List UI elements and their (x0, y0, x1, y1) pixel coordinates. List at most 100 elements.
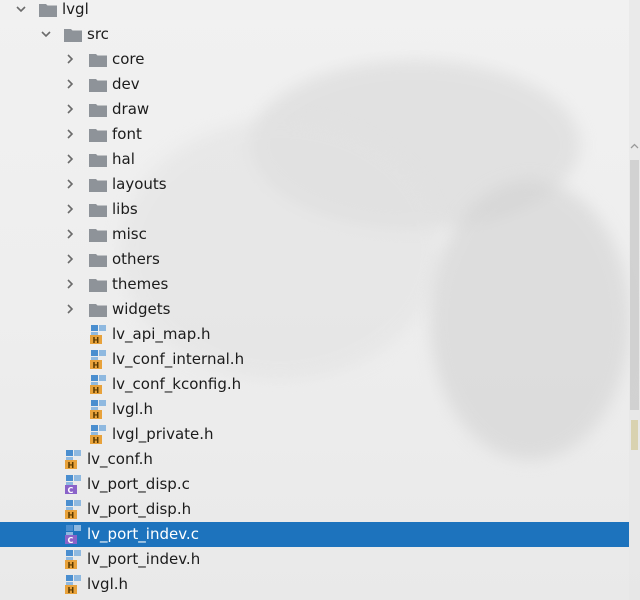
tree-item-label: libs (112, 200, 138, 218)
tree-item-src[interactable]: src (0, 22, 629, 47)
tree-item-file-lv-port-indev-c[interactable]: C lv_port_indev.c (0, 522, 629, 547)
tree-item-folder-hal[interactable]: hal (0, 147, 629, 172)
tree-item-label: themes (112, 275, 169, 293)
tree-item-label: lvgl.h (87, 575, 129, 593)
chevron-right-icon[interactable] (64, 53, 76, 65)
tree-item-file-lv-port-disp-c[interactable]: C lv_port_disp.c (0, 472, 629, 497)
svg-text:H: H (68, 511, 75, 519)
scrollbar-position-marker (631, 420, 638, 450)
tree-item-folder-others[interactable]: others (0, 247, 629, 272)
file-tree: lvgl src core dev draw font hal layouts (0, 0, 629, 600)
tree-item-label: lv_port_indev.c (87, 525, 199, 543)
header-file-icon: H (65, 500, 81, 519)
tree-item-file-lv-conf-h[interactable]: H lv_conf.h (0, 447, 629, 472)
tree-item-lvgl[interactable]: lvgl (0, 0, 629, 22)
svg-text:H: H (68, 461, 75, 469)
tree-item-label: lv_conf.h (87, 450, 153, 468)
tree-item-label: lvgl (62, 0, 89, 18)
folder-icon (89, 204, 107, 217)
tree-item-label: lv_port_disp.c (87, 475, 190, 493)
c-file-icon: C (65, 475, 81, 494)
tree-item-label: lv_port_indev.h (87, 550, 201, 568)
folder-icon (89, 129, 107, 142)
chevron-down-icon[interactable] (15, 3, 27, 15)
folder-icon (89, 179, 107, 192)
folder-icon (64, 29, 82, 42)
chevron-right-icon[interactable] (64, 228, 76, 240)
tree-item-file-lvgl-h[interactable]: H lvgl.h (0, 397, 629, 422)
header-file-icon: H (90, 325, 106, 344)
svg-text:H: H (93, 436, 100, 444)
tree-item-file-lv-port-disp-h[interactable]: H lv_port_disp.h (0, 497, 629, 522)
tree-item-label: src (87, 25, 109, 43)
tree-item-folder-themes[interactable]: themes (0, 272, 629, 297)
scroll-up-arrow-icon[interactable] (630, 142, 639, 151)
tree-item-label: lvgl.h (112, 400, 154, 418)
tree-item-label: lv_conf_kconfig.h (112, 375, 242, 393)
tree-item-folder-core[interactable]: core (0, 47, 629, 72)
tree-item-folder-widgets[interactable]: widgets (0, 297, 629, 322)
folder-icon (39, 4, 57, 17)
tree-item-label: layouts (112, 175, 167, 193)
svg-text:H: H (93, 386, 100, 394)
folder-icon (89, 304, 107, 317)
tree-item-label: core (112, 50, 145, 68)
folder-icon (89, 229, 107, 242)
tree-item-label: dev (112, 75, 140, 93)
tree-item-folder-draw[interactable]: draw (0, 97, 629, 122)
svg-text:C: C (68, 536, 74, 544)
tree-item-label: widgets (112, 300, 171, 318)
tree-item-file-lvgl-private-h[interactable]: H lvgl_private.h (0, 422, 629, 447)
tree-item-label: lvgl_private.h (112, 425, 214, 443)
svg-text:H: H (93, 361, 100, 369)
vertical-scrollbar[interactable] (629, 0, 640, 600)
folder-icon (89, 79, 107, 92)
chevron-right-icon[interactable] (64, 278, 76, 290)
tree-item-folder-layouts[interactable]: layouts (0, 172, 629, 197)
folder-icon (89, 279, 107, 292)
header-file-icon: H (90, 425, 106, 444)
svg-text:H: H (93, 411, 100, 419)
tree-item-label: lv_port_disp.h (87, 500, 192, 518)
chevron-right-icon[interactable] (64, 253, 76, 265)
tree-item-file-lv-api-map-h[interactable]: H lv_api_map.h (0, 322, 629, 347)
tree-item-folder-misc[interactable]: misc (0, 222, 629, 247)
c-file-icon: C (65, 525, 81, 544)
tree-item-folder-font[interactable]: font (0, 122, 629, 147)
chevron-down-icon[interactable] (40, 28, 52, 40)
tree-item-folder-libs[interactable]: libs (0, 197, 629, 222)
folder-icon (89, 154, 107, 167)
tree-item-file-lv-port-indev-h[interactable]: H lv_port_indev.h (0, 547, 629, 572)
tree-item-label: draw (112, 100, 150, 118)
header-file-icon: H (65, 450, 81, 469)
svg-text:C: C (68, 486, 74, 494)
folder-icon (89, 54, 107, 67)
header-file-icon: H (65, 550, 81, 569)
scrollbar-thumb[interactable] (630, 160, 639, 410)
chevron-right-icon[interactable] (64, 203, 76, 215)
chevron-right-icon[interactable] (64, 128, 76, 140)
tree-item-label: misc (112, 225, 147, 243)
tree-item-file-lvgl-h-root[interactable]: H lvgl.h (0, 572, 629, 597)
tree-item-label: hal (112, 150, 135, 168)
header-file-icon: H (65, 575, 81, 594)
chevron-right-icon[interactable] (64, 303, 76, 315)
tree-item-file-lv-conf-kconfig-h[interactable]: H lv_conf_kconfig.h (0, 372, 629, 397)
folder-icon (89, 254, 107, 267)
tree-item-folder-dev[interactable]: dev (0, 72, 629, 97)
tree-item-label: lv_conf_internal.h (112, 350, 245, 368)
chevron-right-icon[interactable] (64, 103, 76, 115)
header-file-icon: H (90, 350, 106, 369)
header-file-icon: H (90, 400, 106, 419)
folder-icon (89, 104, 107, 117)
tree-item-label: lv_api_map.h (112, 325, 211, 343)
tree-item-label: font (112, 125, 142, 143)
svg-text:H: H (93, 336, 100, 344)
chevron-right-icon[interactable] (64, 78, 76, 90)
svg-text:H: H (68, 586, 75, 594)
chevron-right-icon[interactable] (64, 153, 76, 165)
tree-item-file-lv-conf-internal-h[interactable]: H lv_conf_internal.h (0, 347, 629, 372)
chevron-right-icon[interactable] (64, 178, 76, 190)
tree-item-label: others (112, 250, 160, 268)
svg-text:H: H (68, 561, 75, 569)
